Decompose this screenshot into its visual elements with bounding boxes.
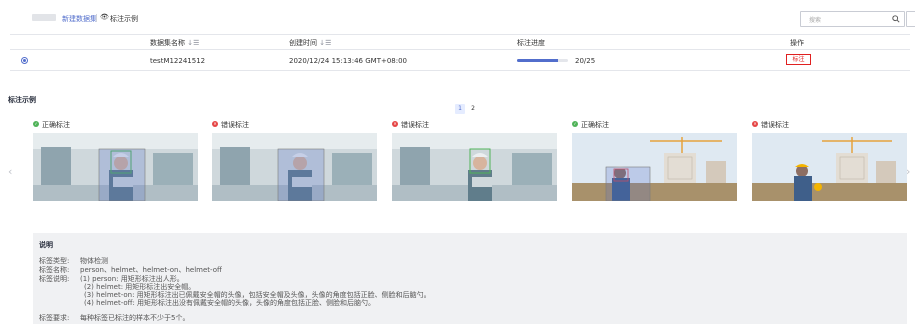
table-header-divider: [10, 49, 910, 50]
table-row-divider: [10, 70, 910, 71]
sort-icon[interactable]: ↓☰: [319, 39, 331, 47]
blurred-breadcrumb: [32, 14, 56, 21]
dataset-name: testM12241512: [150, 57, 206, 65]
table-top-border: [10, 34, 910, 35]
prev-arrow-icon[interactable]: ‹: [8, 165, 12, 178]
header-created-time: 创建时间 ↓☰: [289, 39, 332, 47]
example-image-1[interactable]: [33, 133, 198, 201]
header-progress: 标注进度: [517, 39, 545, 47]
label-notes-line-4: (4) helmet-off: 用矩形标注出没有佩戴安全帽的头像，头像的角度包括…: [84, 299, 376, 307]
search-icon[interactable]: [892, 15, 900, 23]
status-ok-icon: ✓: [572, 121, 578, 127]
toolbar-divider: [96, 14, 97, 22]
card-1-status-label: 正确标注: [42, 121, 70, 129]
progress-fill: [517, 59, 558, 62]
row-radio-dot: [23, 59, 26, 62]
example-image-3[interactable]: [392, 133, 557, 201]
header-operation: 操作: [790, 39, 804, 47]
card-2-status-label: 错误标注: [221, 121, 249, 129]
example-link[interactable]: 标注示例: [110, 14, 138, 24]
refresh-button[interactable]: [906, 11, 915, 27]
search-input[interactable]: 搜索: [800, 11, 905, 27]
example-image-2[interactable]: [212, 133, 377, 201]
page-2[interactable]: 2: [468, 104, 478, 114]
card-4-status-label: 正确标注: [581, 121, 609, 129]
new-dataset-link[interactable]: 新建数据集: [62, 14, 97, 24]
status-bad-icon: ✕: [392, 121, 398, 127]
status-bad-icon: ✕: [212, 121, 218, 127]
label-requirement-value: 每种标签已标注的样本不少于5个。: [80, 314, 190, 322]
examples-title: 标注示例: [8, 96, 36, 104]
search-placeholder: 搜索: [809, 17, 822, 24]
example-image-5[interactable]: [752, 133, 907, 201]
status-bad-icon: ✕: [752, 121, 758, 127]
label-notes-key: 标签说明:: [39, 275, 70, 283]
page-1[interactable]: 1: [455, 104, 465, 114]
eye-icon: 👁: [100, 13, 109, 21]
row-radio[interactable]: [21, 57, 28, 64]
card-5-status-label: 错误标注: [761, 121, 789, 129]
annotate-button[interactable]: 标注: [786, 54, 811, 65]
progress-bar: [517, 59, 568, 62]
created-time: 2020/12/24 15:13:46 GMT+08:00: [289, 57, 408, 65]
example-image-4[interactable]: [572, 133, 737, 201]
sort-icon[interactable]: ↓☰: [187, 39, 199, 47]
card-3-status-label: 错误标注: [401, 121, 429, 129]
progress-text: 20/25: [575, 57, 596, 65]
label-requirement-key: 标签要求:: [39, 314, 70, 322]
header-dataset-name: 数据集名称 ↓☰: [150, 39, 200, 47]
description-title: 说明: [39, 241, 53, 249]
status-ok-icon: ✓: [33, 121, 39, 127]
